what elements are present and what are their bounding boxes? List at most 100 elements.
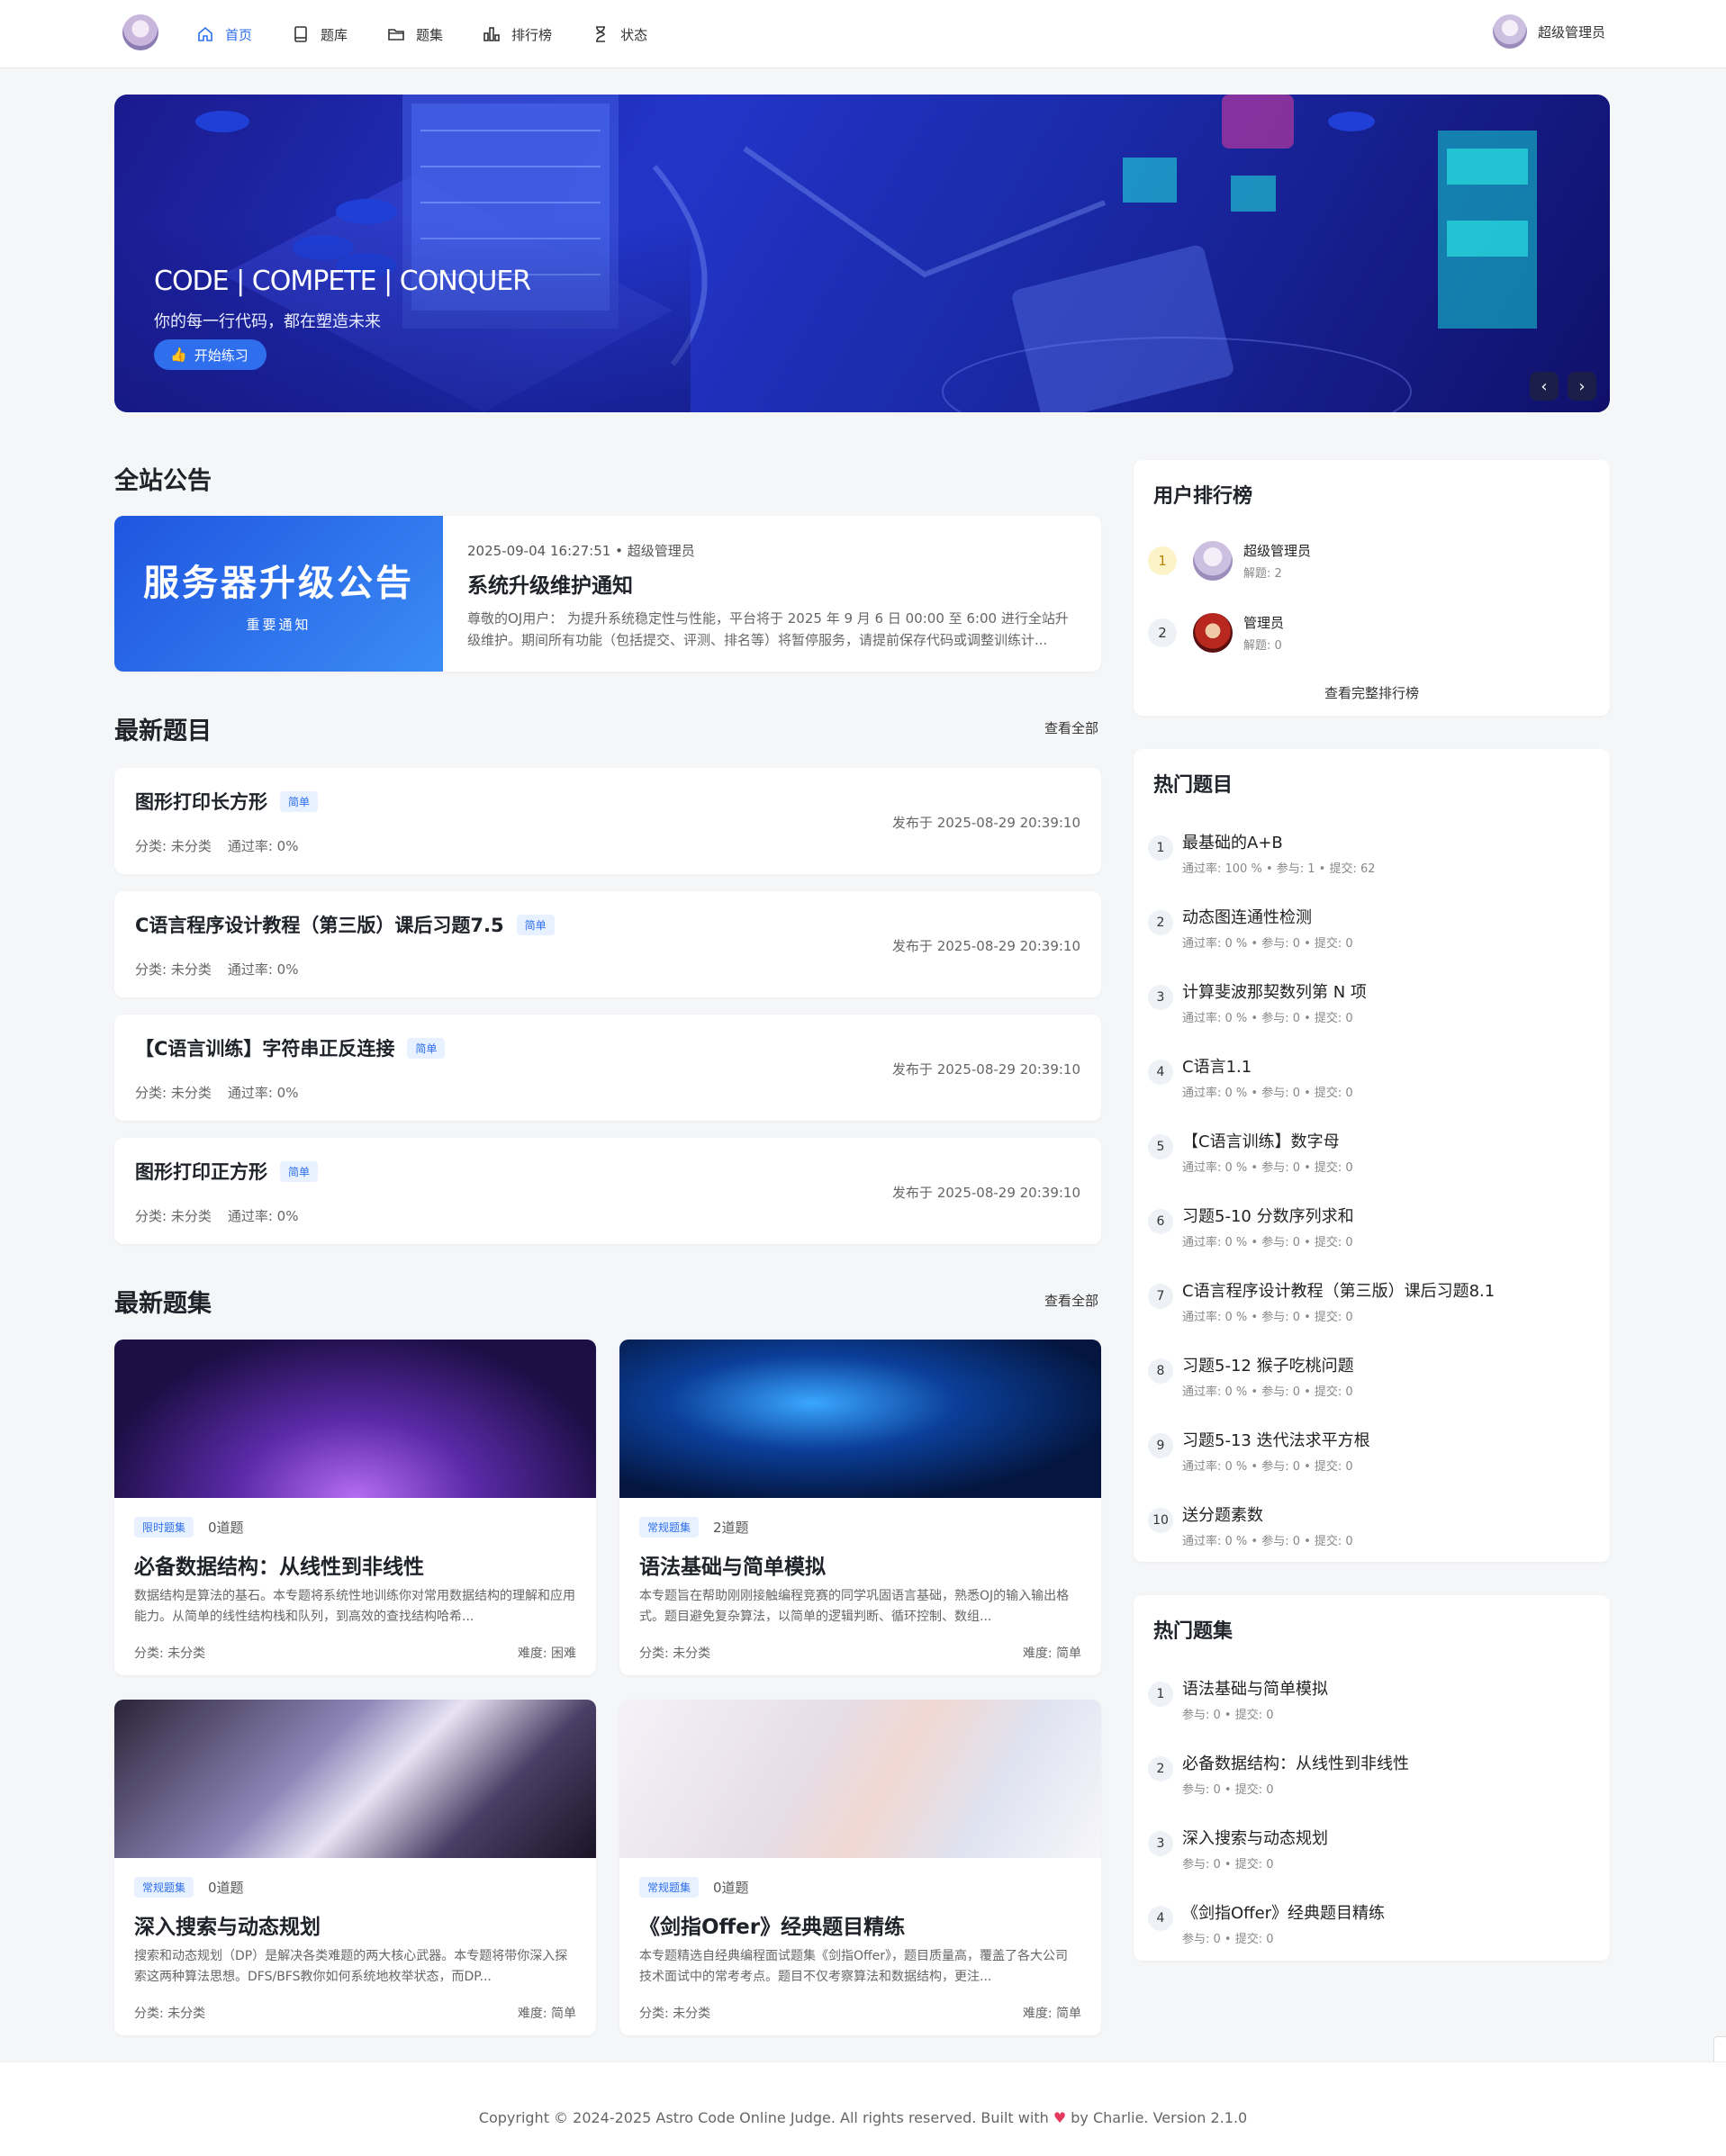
set-difficulty: 难度: 简单 (517, 2007, 576, 2021)
start-practice-button[interactable]: 👍 开始练习 (154, 339, 267, 370)
hot-problem-row[interactable]: 10 送分题素数 通过率: 0 % • 参与: 0 • 提交: 0 (1148, 1502, 1353, 1548)
hot-problem-name[interactable]: 习题5-12 猴子吃桃问题 (1182, 1353, 1354, 1376)
problem-pass-rate: 通过率: 0% (227, 961, 299, 978)
view-full-ranking-link[interactable]: 查看完整排行榜 (1134, 683, 1610, 702)
set-count: 0道题 (208, 1520, 244, 1536)
set-title[interactable]: 《剑指Offer》经典题目精练 (639, 1909, 905, 1940)
user-name: 超级管理员 (1537, 23, 1605, 41)
problem-set-card[interactable]: 限时题集 0道题 必备数据结构：从线性到非线性 数据结构是算法的基石。本专题将系统… (114, 1340, 596, 1675)
problem-date: 发布于 2025-08-29 20:39:10 (891, 815, 1080, 831)
problem-name[interactable]: 图形打印正方形 (135, 1158, 267, 1185)
thumbs-up-icon: 👍 (170, 347, 187, 363)
problem-pass-rate: 通过率: 0% (227, 838, 299, 854)
rank-number: 6 (1148, 1209, 1173, 1234)
hot-problem-row[interactable]: 2 动态图连通性检测 通过率: 0 % • 参与: 0 • 提交: 0 (1148, 905, 1353, 951)
hot-problem-name[interactable]: C语言1.1 (1182, 1054, 1353, 1078)
banner-title: CODE | COMPETE | CONQUER (154, 266, 531, 297)
hero-banner: CODE | COMPETE | CONQUER 你的每一行代码，都在塑造未来 … (114, 95, 1610, 412)
problem-name[interactable]: 图形打印长方形 (135, 788, 267, 815)
problem-row[interactable]: 【C语言训练】字符串正反连接 简单 分类: 未分类 通过率: 0% 发布于 2025… (114, 1015, 1101, 1121)
set-title[interactable]: 必备数据结构：从线性到非线性 (134, 1549, 424, 1580)
set-type-tag: 常规题集 (639, 1877, 700, 1898)
problem-date: 发布于 2025-08-29 20:39:10 (891, 1061, 1080, 1078)
difficulty-tag: 简单 (280, 1160, 319, 1182)
hot-problem-name[interactable]: 最基础的A+B (1182, 830, 1376, 853)
set-count: 0道题 (208, 1880, 244, 1896)
hot-problem-name[interactable]: 计算斐波那契数列第 N 项 (1182, 979, 1367, 1003)
hot-set-name[interactable]: 《剑指Offer》经典题目精练 (1182, 1900, 1385, 1924)
carousel-next-button[interactable]: › (1568, 372, 1596, 401)
set-count: 2道题 (713, 1520, 749, 1536)
hot-problem-row[interactable]: 7 C语言程序设计教程（第三版）课后习题8.1 通过率: 0 % • 参与: 0 •… (1148, 1278, 1495, 1324)
problem-name[interactable]: C语言程序设计教程（第三版）课后习题7.5 (135, 911, 504, 938)
hot-problem-name[interactable]: 习题5-10 分数序列求和 (1182, 1204, 1354, 1227)
hot-set-row[interactable]: 2 必备数据结构：从线性到非线性 参与: 0 • 提交: 0 (1148, 1751, 1409, 1797)
hot-problem-name[interactable]: 习题5-13 迭代法求平方根 (1182, 1428, 1370, 1451)
carousel-prev-button[interactable]: ‹ (1530, 372, 1559, 401)
hot-problem-row[interactable]: 9 习题5-13 迭代法求平方根 通过率: 0 % • 参与: 0 • 提交: 0 (1148, 1428, 1370, 1474)
problem-set-card[interactable]: 常规题集 0道题 《剑指Offer》经典题目精练 本专题精选自经典编程面试题集《剑… (619, 1700, 1101, 2035)
nav-item-home[interactable]: 首页 (196, 25, 252, 44)
announcement-image: 服务器升级公告 重要通知 (114, 516, 443, 672)
set-type-tag: 限时题集 (134, 1517, 194, 1538)
nav-label: 题库 (321, 26, 348, 43)
problem-set-cover (619, 1700, 1101, 1858)
hot-set-row[interactable]: 3 深入搜索与动态规划 参与: 0 • 提交: 0 (1148, 1826, 1328, 1872)
hot-problem-stats: 通过率: 0 % • 参与: 0 • 提交: 0 (1182, 1311, 1353, 1324)
problem-name[interactable]: 【C语言训练】字符串正反连接 (135, 1034, 394, 1061)
nav-item-status[interactable]: 状态 (592, 25, 647, 44)
rank-user-name[interactable]: 管理员 (1243, 613, 1284, 632)
nav-item-problems[interactable]: 题库 (292, 25, 348, 44)
hot-problem-row[interactable]: 1 最基础的A+B 通过率: 100 % • 参与: 1 • 提交: 62 (1148, 830, 1376, 876)
site-logo[interactable] (122, 14, 158, 50)
rank-solved: 解题: 0 (1243, 639, 1282, 653)
set-title[interactable]: 语法基础与简单模拟 (639, 1549, 826, 1580)
announcement-meta: 2025-09-04 16:27:51 • 超级管理员 (467, 543, 695, 559)
announcement-title[interactable]: 系统升级维护通知 (467, 568, 633, 599)
nav-item-ranking[interactable]: 排行榜 (483, 25, 552, 44)
rank-user-name[interactable]: 超级管理员 (1243, 541, 1311, 560)
set-category: 分类: 未分类 (639, 2007, 711, 2021)
hot-problem-row[interactable]: 8 习题5-12 猴子吃桃问题 通过率: 0 % • 参与: 0 • 提交: 0 (1148, 1353, 1354, 1399)
hot-problem-row[interactable]: 5 【C语言训练】数字母通过率: 0 % • 参与: 0 • 提交: 0 (1148, 1129, 1353, 1175)
footer: Copyright © 2024-2025 Astro Code Online … (0, 2061, 1726, 2156)
hot-problem-row[interactable]: 3 计算斐波那契数列第 N 项通过率: 0 % • 参与: 0 • 提交: 0 (1148, 979, 1367, 1025)
latest-problems-title: 最新题目 (114, 717, 212, 745)
avatar (1193, 541, 1233, 581)
problem-row[interactable]: 图形打印正方形 简单 分类: 未分类 通过率: 0% 发布于 2025-08-29 … (114, 1138, 1101, 1244)
problem-set-card[interactable]: 常规题集 0道题 深入搜索与动态规划 搜索和动态规划（DP）是解决各类难题的两大核… (114, 1700, 596, 2035)
hot-set-name[interactable]: 必备数据结构：从线性到非线性 (1182, 1751, 1409, 1774)
latest-problems-view-all[interactable]: 查看全部 (1044, 718, 1098, 737)
hot-set-name[interactable]: 语法基础与简单模拟 (1182, 1676, 1328, 1700)
problem-row[interactable]: 图形打印长方形 简单 分类: 未分类 通过率: 0% 发布于 2025-08-29 … (114, 768, 1101, 874)
hot-problem-row[interactable]: 4 C语言1.1 通过率: 0 % • 参与: 0 • 提交: 0 (1148, 1054, 1353, 1100)
ranking-row[interactable]: 2 管理员 解题: 0 (1148, 613, 1284, 653)
user-menu[interactable]: 超级管理员 (1492, 14, 1605, 49)
ranking-row[interactable]: 1 超级管理员 解题: 2 (1148, 541, 1311, 581)
nav-item-sets[interactable]: 题集 (387, 25, 443, 44)
problem-date: 发布于 2025-08-29 20:39:10 (891, 1185, 1080, 1201)
hot-problem-name[interactable]: 送分题素数 (1182, 1502, 1353, 1526)
footer-copyright: Copyright © 2024-2025 Astro Code Online … (0, 2109, 1726, 2126)
problem-set-cover (114, 1700, 596, 1858)
hot-problem-stats: 通过率: 0 % • 参与: 0 • 提交: 0 (1182, 1161, 1353, 1175)
hot-problem-name[interactable]: 【C语言训练】数字母 (1182, 1129, 1353, 1152)
user-ranking-title: 用户排行榜 (1153, 485, 1253, 508)
set-title[interactable]: 深入搜索与动态规划 (134, 1909, 321, 1940)
problem-set-card[interactable]: 常规题集 2道题 语法基础与简单模拟 本专题旨在帮助刚刚接触编程竞赛的同学巩固语言… (619, 1340, 1101, 1675)
hot-problem-name[interactable]: C语言程序设计教程（第三版）课后习题8.1 (1182, 1278, 1495, 1302)
hot-problem-name[interactable]: 动态图连通性检测 (1182, 905, 1353, 928)
hot-problem-stats: 通过率: 100 % • 参与: 1 • 提交: 62 (1182, 862, 1376, 876)
rank-number: 5 (1148, 1134, 1173, 1159)
latest-sets-view-all[interactable]: 查看全部 (1044, 1291, 1098, 1310)
hot-set-row[interactable]: 1 语法基础与简单模拟 参与: 0 • 提交: 0 (1148, 1676, 1328, 1722)
hot-set-row[interactable]: 4 《剑指Offer》经典题目精练 参与: 0 • 提交: 0 (1148, 1900, 1385, 1946)
problem-row[interactable]: C语言程序设计教程（第三版）课后习题7.5 简单 分类: 未分类 通过率: 0% 发… (114, 891, 1101, 997)
hot-problem-row[interactable]: 6 习题5-10 分数序列求和 通过率: 0 % • 参与: 0 • 提交: 0 (1148, 1204, 1354, 1249)
footer-text-left: Copyright © 2024-2025 Astro Code Online … (478, 2109, 1049, 2126)
hot-set-stats: 参与: 0 • 提交: 0 (1182, 1783, 1274, 1797)
hot-set-name[interactable]: 深入搜索与动态规划 (1182, 1826, 1328, 1849)
announcement-card[interactable]: 服务器升级公告 重要通知 2025-09-04 16:27:51 • 超级管理员… (114, 516, 1101, 672)
rank-number: 2 (1148, 910, 1173, 935)
banner-illustration (114, 95, 1537, 412)
